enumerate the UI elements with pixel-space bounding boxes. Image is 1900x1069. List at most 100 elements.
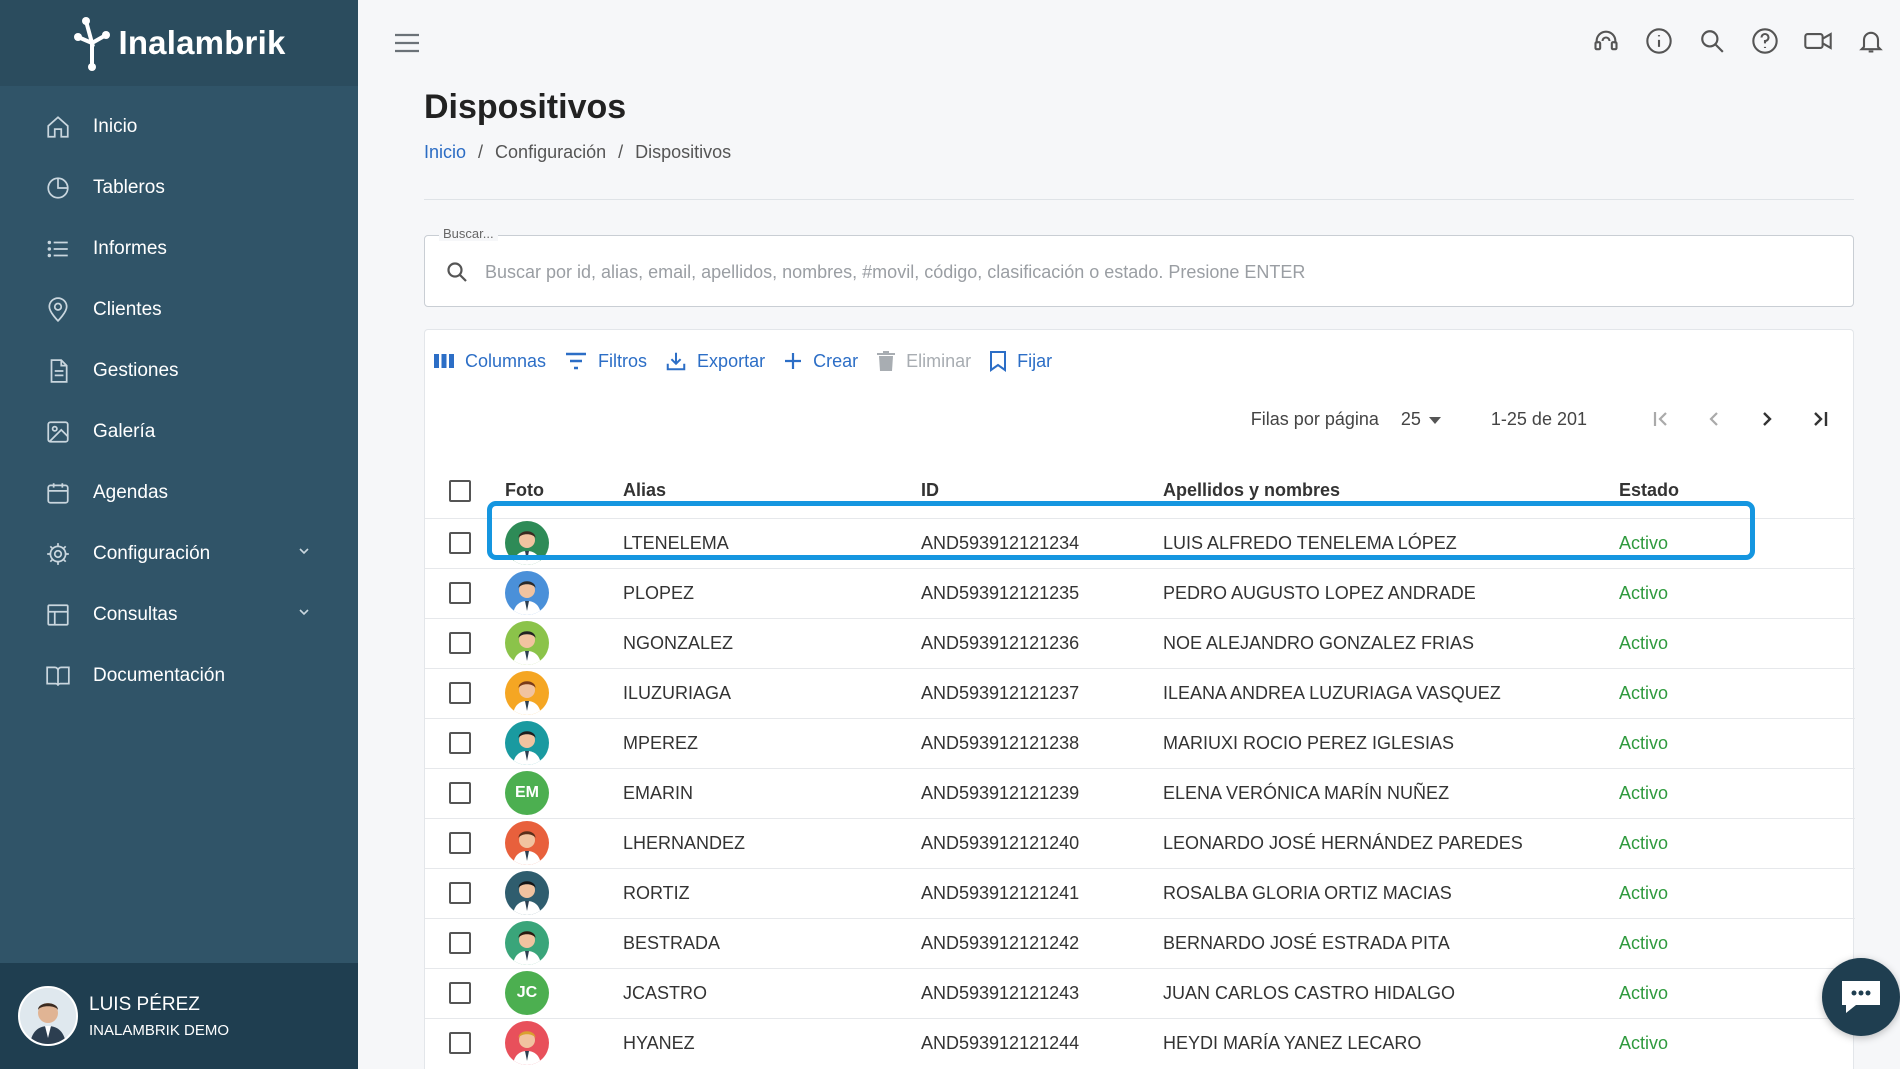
avatar-initials: JC bbox=[516, 984, 538, 1001]
sidebar-item-clientes[interactable]: Clientes bbox=[0, 279, 358, 340]
column-header-foto[interactable]: Foto bbox=[505, 480, 544, 500]
sidebar-item-label: Configuración bbox=[93, 542, 211, 564]
sidebar: Inalambrik Inicio Tableros Informes Clie… bbox=[0, 0, 358, 1069]
column-header-id[interactable]: ID bbox=[921, 480, 939, 500]
row-checkbox[interactable] bbox=[449, 882, 471, 904]
sidebar-item-label: Consultas bbox=[93, 603, 178, 625]
sidebar-item-gestiones[interactable]: Gestiones bbox=[0, 340, 358, 401]
table-row[interactable]: PLOPEZ AND593912121235 PEDRO AUGUSTO LOP… bbox=[425, 567, 1855, 618]
alias-cell: RORTIZ bbox=[623, 882, 690, 903]
last-page-button[interactable] bbox=[1805, 404, 1835, 434]
row-checkbox[interactable] bbox=[449, 682, 471, 704]
table-row[interactable]: BESTRADA AND593912121242 BERNARDO JOSÉ E… bbox=[425, 917, 1855, 968]
table-row[interactable]: NGONZALEZ AND593912121236 NOE ALEJANDRO … bbox=[425, 617, 1855, 668]
table-row[interactable]: LHERNANDEZ AND593912121240 LEONARDO JOSÉ… bbox=[425, 817, 1855, 868]
video-camera-icon[interactable] bbox=[1803, 26, 1833, 56]
avatar-initials: EM bbox=[515, 784, 539, 801]
sidebar-item-informes[interactable]: Informes bbox=[0, 218, 358, 279]
table-icon bbox=[44, 601, 72, 629]
divider bbox=[424, 199, 1854, 200]
name-cell: NOE ALEJANDRO GONZALEZ FRIAS bbox=[1163, 632, 1475, 653]
table-row[interactable]: ILUZURIAGA AND593912121237 ILEANA ANDREA… bbox=[425, 667, 1855, 718]
sidebar-item-label: Inicio bbox=[93, 115, 138, 137]
brand-logo[interactable]: Inalambrik bbox=[0, 0, 358, 86]
chevron-right-icon bbox=[1763, 412, 1772, 426]
chat-button[interactable] bbox=[1822, 958, 1900, 1036]
row-checkbox[interactable] bbox=[449, 732, 471, 754]
previous-page-button[interactable] bbox=[1699, 404, 1729, 434]
alias-cell: LTENELEMA bbox=[623, 532, 729, 553]
bell-icon[interactable] bbox=[1856, 26, 1886, 56]
export-button[interactable]: Exportar bbox=[665, 346, 765, 376]
avatar bbox=[505, 521, 549, 565]
sidebar-item-tableros[interactable]: Tableros bbox=[0, 157, 358, 218]
sidebar-item-documentacion[interactable]: Documentación bbox=[0, 645, 358, 706]
delete-button[interactable]: Eliminar bbox=[876, 346, 971, 376]
search-input[interactable] bbox=[485, 254, 1825, 290]
sidebar-item-agendas[interactable]: Agendas bbox=[0, 462, 358, 523]
pin-button[interactable]: Fijar bbox=[989, 346, 1052, 376]
menu-toggle-button[interactable] bbox=[394, 33, 420, 58]
user-panel[interactable]: LUIS PÉREZ INALAMBRIK DEMO bbox=[0, 963, 358, 1069]
table-row[interactable]: LTENELEMA AND593912121234 LUIS ALFREDO T… bbox=[425, 517, 1855, 568]
avatar: EM bbox=[505, 771, 549, 815]
row-checkbox[interactable] bbox=[449, 582, 471, 604]
row-checkbox[interactable] bbox=[449, 782, 471, 804]
breadcrumb-separator: / bbox=[618, 142, 624, 162]
rows-per-page-select[interactable]: 25 bbox=[1401, 409, 1441, 430]
info-icon[interactable] bbox=[1644, 26, 1674, 56]
first-page-button[interactable] bbox=[1646, 404, 1676, 434]
column-header-estado[interactable]: Estado bbox=[1619, 480, 1679, 500]
filters-label: Filtros bbox=[598, 350, 648, 371]
brand-name: Inalambrik bbox=[118, 24, 286, 61]
column-header-name[interactable]: Apellidos y nombres bbox=[1163, 480, 1340, 500]
table-row[interactable]: JC JCASTRO AND593912121243 JUAN CARLOS C… bbox=[425, 967, 1855, 1018]
avatar bbox=[505, 871, 549, 915]
home-icon bbox=[44, 113, 72, 141]
sidebar-item-consultas[interactable]: Consultas bbox=[0, 584, 358, 645]
page-title: Dispositivos bbox=[424, 88, 627, 126]
search-icon[interactable] bbox=[1697, 26, 1727, 56]
help-icon[interactable] bbox=[1750, 26, 1780, 56]
row-checkbox[interactable] bbox=[449, 932, 471, 954]
sidebar-item-galeria[interactable]: Galería bbox=[0, 401, 358, 462]
filters-button[interactable]: Filtros bbox=[564, 346, 647, 376]
document-icon bbox=[44, 357, 72, 385]
name-cell: PEDRO AUGUSTO LOPEZ ANDRADE bbox=[1163, 582, 1476, 603]
book-icon bbox=[44, 662, 72, 690]
avatar bbox=[505, 721, 549, 765]
user-name: LUIS PÉREZ bbox=[89, 993, 200, 1015]
alias-cell: PLOPEZ bbox=[623, 582, 695, 603]
table-row[interactable]: EM EMARIN AND593912121239 ELENA VERÓNICA… bbox=[425, 767, 1855, 818]
create-button[interactable]: Crear bbox=[783, 346, 858, 376]
devices-table: Foto Alias ID Apellidos y nombres Estado… bbox=[425, 464, 1855, 1068]
name-cell: MARIUXI ROCIO PEREZ IGLESIAS bbox=[1163, 732, 1455, 753]
row-checkbox[interactable] bbox=[449, 532, 471, 554]
row-checkbox[interactable] bbox=[449, 1032, 471, 1055]
row-checkbox[interactable] bbox=[449, 982, 471, 1004]
table-row[interactable]: MPEREZ AND593912121238 MARIUXI ROCIO PER… bbox=[425, 717, 1855, 768]
plus-icon bbox=[785, 353, 802, 369]
breadcrumb-link-inicio[interactable]: Inicio bbox=[424, 142, 466, 163]
id-cell: AND593912121243 bbox=[921, 982, 1080, 1003]
breadcrumb-item-configuracion: Configuración bbox=[495, 142, 607, 162]
filter-icon bbox=[566, 352, 587, 370]
columns-button[interactable]: Columnas bbox=[433, 346, 546, 376]
support-headset-icon[interactable] bbox=[1591, 26, 1621, 56]
select-all-checkbox[interactable] bbox=[449, 479, 471, 502]
next-page-button[interactable] bbox=[1752, 404, 1782, 434]
breadcrumb-item-dispositivos: Dispositivos bbox=[635, 142, 732, 162]
pagination-range: 1-25 de 201 bbox=[1490, 408, 1587, 429]
sidebar-item-inicio[interactable]: Inicio bbox=[0, 96, 358, 157]
alias-cell: EMARIN bbox=[623, 782, 694, 803]
name-cell: LUIS ALFREDO TENELEMA LÓPEZ bbox=[1163, 532, 1457, 553]
alias-cell: HYANEZ bbox=[623, 1032, 695, 1053]
sidebar-item-label: Documentación bbox=[93, 664, 226, 686]
row-checkbox[interactable] bbox=[449, 632, 471, 654]
table-row[interactable]: HYANEZ AND593912121244 HEYDI MARÍA YANEZ… bbox=[425, 1017, 1855, 1068]
column-header-alias[interactable]: Alias bbox=[623, 480, 666, 500]
sidebar-item-configuracion[interactable]: Configuración bbox=[0, 523, 358, 584]
breadcrumb-separator: / bbox=[478, 142, 484, 162]
row-checkbox[interactable] bbox=[449, 832, 471, 854]
table-row[interactable]: RORTIZ AND593912121241 ROSALBA GLORIA OR… bbox=[425, 867, 1855, 918]
